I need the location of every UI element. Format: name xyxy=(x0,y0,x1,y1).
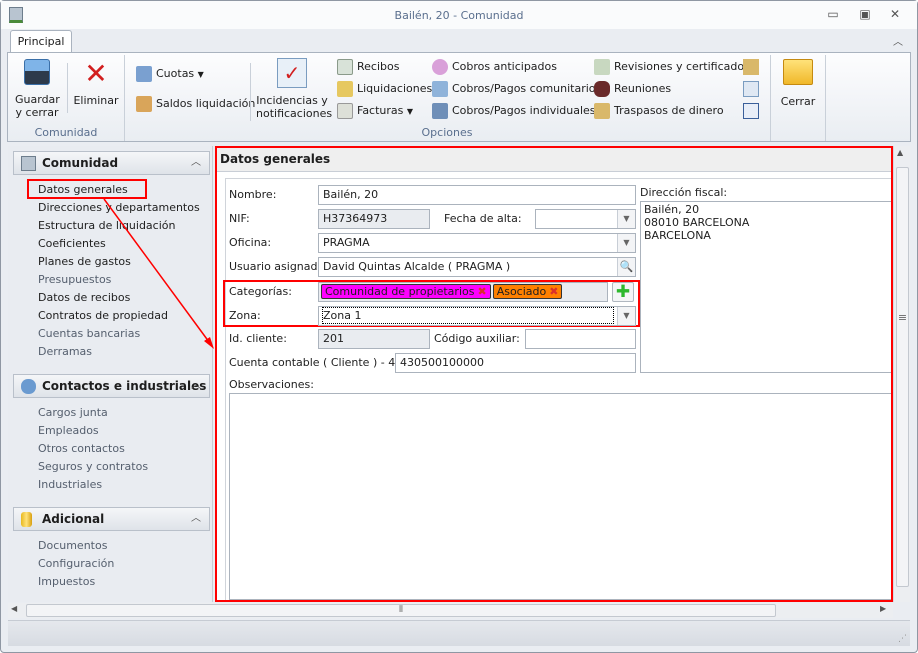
scroll-left-icon[interactable]: ◀ xyxy=(11,604,17,613)
scroll-right-icon[interactable]: ▶ xyxy=(880,604,886,613)
horizontal-scrollbar[interactable]: ◀ ⦀ ▶ xyxy=(8,603,893,618)
vertical-scrollbar[interactable]: ▲ ≡ xyxy=(893,146,910,602)
scroll-up-icon[interactable]: ▲ xyxy=(897,148,903,157)
annotation-arrow xyxy=(103,198,214,349)
scroll-thumb[interactable]: ≡ xyxy=(896,167,909,587)
status-bar: ⋰ xyxy=(8,620,910,646)
resize-grip-icon[interactable]: ⋰ xyxy=(898,634,907,644)
scroll-thumb[interactable]: ⦀ xyxy=(26,604,776,617)
